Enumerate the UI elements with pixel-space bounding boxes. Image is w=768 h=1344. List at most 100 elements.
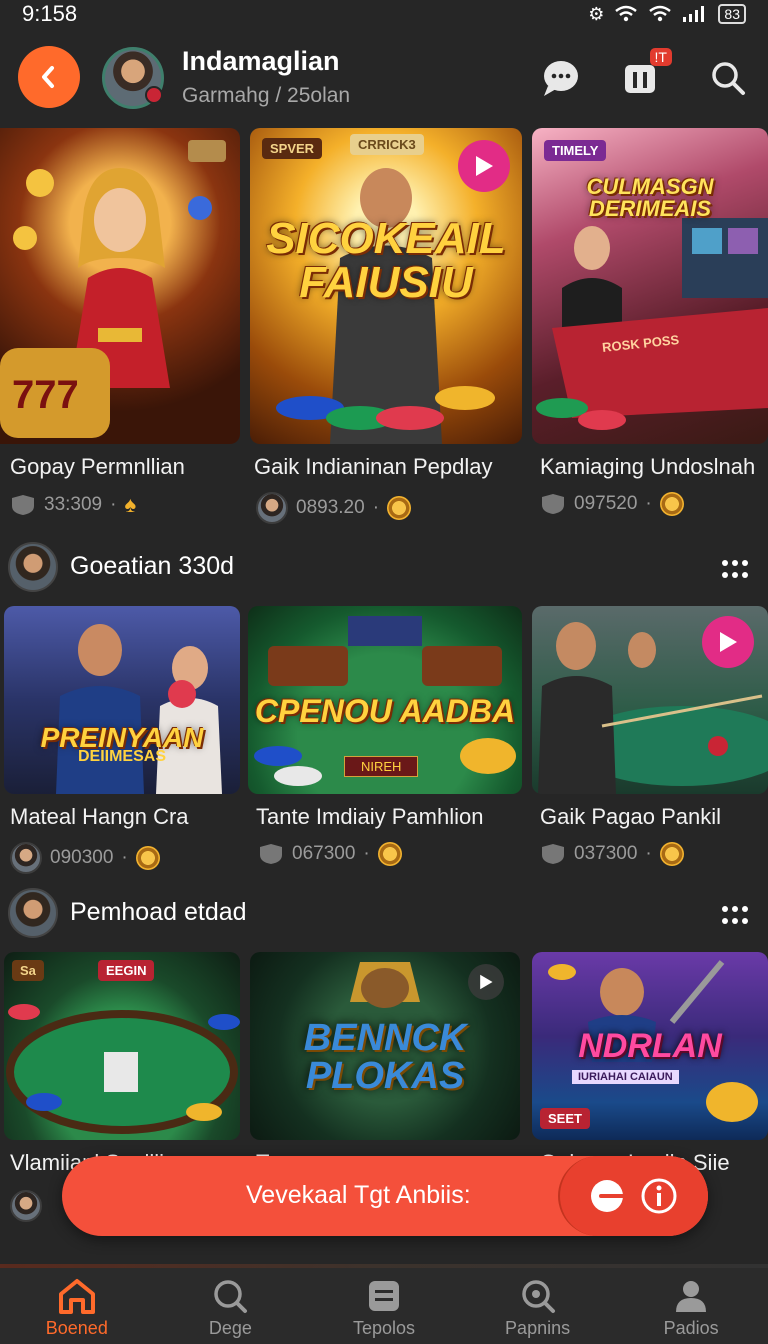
wifi-icon: [615, 5, 638, 22]
chat-button[interactable]: [536, 54, 584, 102]
view-count: 0893.20: [296, 497, 365, 518]
nav-label: Dege: [208, 1318, 252, 1338]
nav-item-profile[interactable]: Padios: [614, 1268, 768, 1344]
section-header: Pemhoad etdad: [0, 884, 768, 944]
video-thumbnail[interactable]: [532, 606, 768, 794]
notification-badge: !T: [649, 48, 672, 66]
toast-action-button[interactable]: [558, 1156, 708, 1236]
video-card[interactable]: 777 Gopay Permnllian 33:309 · ♠: [0, 128, 240, 518]
thumbnail-title: BENNCK PLOKAS: [303, 1017, 467, 1098]
thumbnail-tag: TIMELY: [544, 140, 607, 161]
thumbnail-tag: SPVER: [262, 138, 323, 159]
view-count: 067300: [292, 843, 356, 864]
back-button[interactable]: [18, 46, 80, 108]
video-card[interactable]: Sa EEGIN Vlamiianl Saalllia: [4, 952, 240, 1176]
video-meta: 097520 ·: [532, 492, 768, 516]
svg-text:777: 777: [12, 373, 79, 417]
thumbnail-title: CULMASGN DERIMEAIS: [586, 173, 714, 221]
thumbnail-subtitle: NIREH: [344, 756, 419, 777]
video-card[interactable]: CPENOU AADBA NIREH Tante Imdiaiy Pamhlio…: [248, 606, 522, 866]
channel-header: Indamaglian Garmahg / 25olan !T: [0, 40, 768, 120]
toggle-icon: [591, 1180, 629, 1212]
thumbnail-title: SICOKEAIL FAIUSIU: [266, 213, 506, 307]
video-thumbnail[interactable]: NDRLAN IURIAHAI CAIAUN SEET: [532, 952, 768, 1140]
view-count: 33:309: [44, 494, 103, 515]
channel-avatar[interactable]: [102, 47, 164, 109]
video-card[interactable]: Gaik Pagao Pankil 037300 ·: [532, 606, 768, 866]
view-count: 090300: [50, 847, 114, 868]
channel-name[interactable]: Indamaglian: [182, 46, 340, 77]
video-title[interactable]: Gaik Indianinan Pepdlay: [250, 454, 522, 480]
video-thumbnail[interactable]: 777: [0, 128, 240, 444]
shield-icon: [12, 495, 34, 515]
bottom-navigation: Boened Dege Tepolos Papnins Padios: [0, 1268, 768, 1344]
video-thumbnail[interactable]: CPENOU AADBA NIREH: [248, 606, 522, 794]
section-avatar[interactable]: [8, 888, 58, 938]
flame-icon: ♠: [124, 492, 137, 517]
live-dot: [145, 86, 163, 104]
list-icon: [368, 1281, 399, 1311]
video-meta: 037300 ·: [532, 842, 768, 866]
thumbnail-subtitle: DEIIMESAS: [77, 748, 166, 765]
thumbnail-title: CPENOU AADBA: [254, 693, 516, 730]
nav-item-home[interactable]: Boened: [0, 1268, 154, 1344]
video-meta: 090300 ·: [4, 842, 240, 874]
video-card[interactable]: PREINYAAN DEIIMESAS Mateal Hangn Cra 090…: [4, 606, 240, 874]
video-card[interactable]: SICOKEAIL FAIUSIU SPVER CRRICK3 Gaik Ind…: [250, 128, 522, 524]
channel-subtitle: Garmahg / 25olan: [182, 84, 351, 107]
play-icon: [480, 974, 493, 990]
video-title[interactable]: Tante Imdiaiy Pamhlion: [248, 804, 522, 830]
wifi-icon: [649, 5, 672, 22]
view-count: 097520: [574, 493, 638, 514]
shield-icon: [542, 844, 564, 864]
shield-icon: [260, 844, 282, 864]
section-avatar[interactable]: [8, 542, 58, 592]
video-thumbnail[interactable]: PREINYAAN DEIIMESAS: [4, 606, 240, 794]
home-icon: [58, 1279, 95, 1314]
creator-avatar: [256, 492, 288, 524]
play-button[interactable]: [458, 140, 510, 192]
thumbnail-tag: SEET: [540, 1108, 590, 1129]
more-dots-icon[interactable]: [720, 900, 750, 930]
video-card[interactable]: CULMASGN DERIMEAIS ROSK POSS TIMELY Kami…: [532, 128, 768, 516]
video-title[interactable]: Mateal Hangn Cra: [4, 804, 240, 830]
video-meta: [10, 1190, 42, 1222]
video-thumbnail[interactable]: BENNCK PLOKAS: [250, 952, 520, 1140]
view-count: 037300: [574, 843, 638, 864]
section-header: Goeatian 330d: [0, 538, 768, 598]
video-title[interactable]: Gopay Permnllian: [0, 454, 240, 480]
action-toast[interactable]: Vevekaal Tgt Anbiis:: [62, 1156, 708, 1236]
toast-label: Vevekaal Tgt Anbiis:: [246, 1181, 471, 1209]
video-title[interactable]: Gaik Pagao Pankil: [532, 804, 768, 830]
search-icon: [712, 62, 745, 95]
video-thumbnail[interactable]: SICOKEAIL FAIUSIU SPVER CRRICK3: [250, 128, 522, 444]
nav-label: Padios: [663, 1318, 719, 1338]
nav-label: Papnins: [505, 1318, 571, 1338]
more-dots-icon[interactable]: [720, 554, 750, 584]
section-title[interactable]: Pemhoad etdad: [70, 898, 247, 927]
tag-icon: [188, 140, 226, 162]
section-title[interactable]: Goeatian 330d: [70, 552, 234, 581]
search-button[interactable]: [704, 54, 752, 102]
video-meta: 33:309 · ♠: [0, 492, 240, 518]
nav-item-discover[interactable]: Papnins: [461, 1268, 615, 1344]
coin-icon: [135, 846, 160, 870]
video-card[interactable]: NDRLAN IURIAHAI CAIAUN SEET Oalsana Lanl…: [532, 952, 768, 1176]
nav-item-search[interactable]: Dege: [154, 1268, 308, 1344]
character-illustration: 777: [0, 168, 212, 438]
play-button[interactable]: [468, 964, 504, 1000]
play-button[interactable]: [702, 616, 754, 668]
video-thumbnail[interactable]: CULMASGN DERIMEAIS ROSK POSS TIMELY: [532, 128, 768, 444]
nav-label: Tepolos: [352, 1318, 415, 1338]
video-title[interactable]: Kamiaging Undoslnah: [532, 454, 768, 480]
creator-avatar: [10, 1190, 42, 1222]
video-card[interactable]: BENNCK PLOKAS Tan: [250, 952, 520, 1176]
status-time: 9:158: [22, 1, 78, 26]
coin-icon: [659, 842, 684, 866]
battery-indicator: 83: [718, 4, 746, 24]
video-thumbnail[interactable]: Sa EEGIN: [4, 952, 240, 1140]
nav-item-list[interactable]: Tepolos: [307, 1268, 461, 1344]
play-icon: [476, 156, 493, 176]
video-meta: 0893.20 ·: [250, 492, 522, 524]
notifications-button[interactable]: !T: [616, 48, 672, 102]
